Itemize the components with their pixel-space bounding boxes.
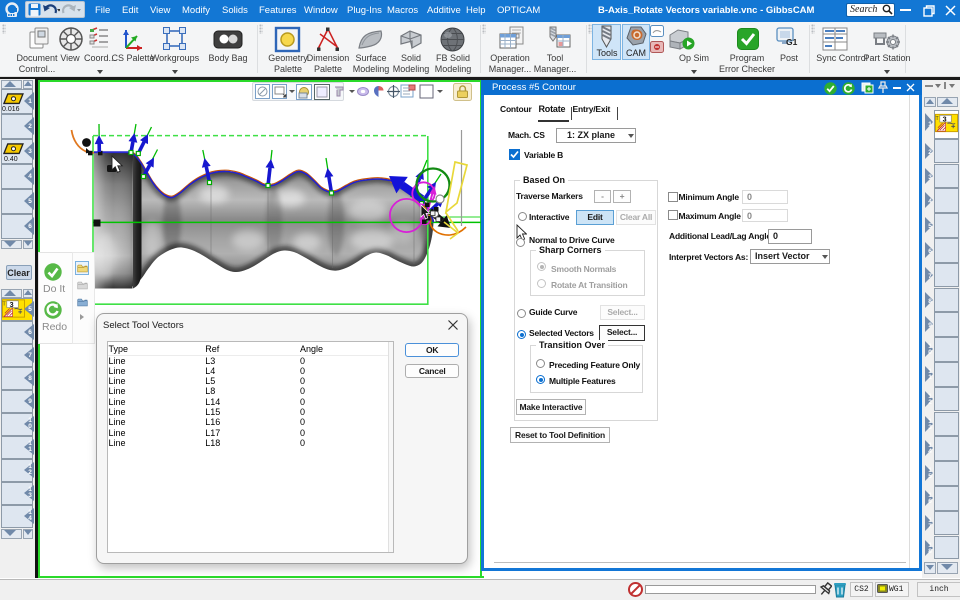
svg-text:3: 3 <box>943 116 947 124</box>
svg-text:3: 3 <box>9 301 13 309</box>
